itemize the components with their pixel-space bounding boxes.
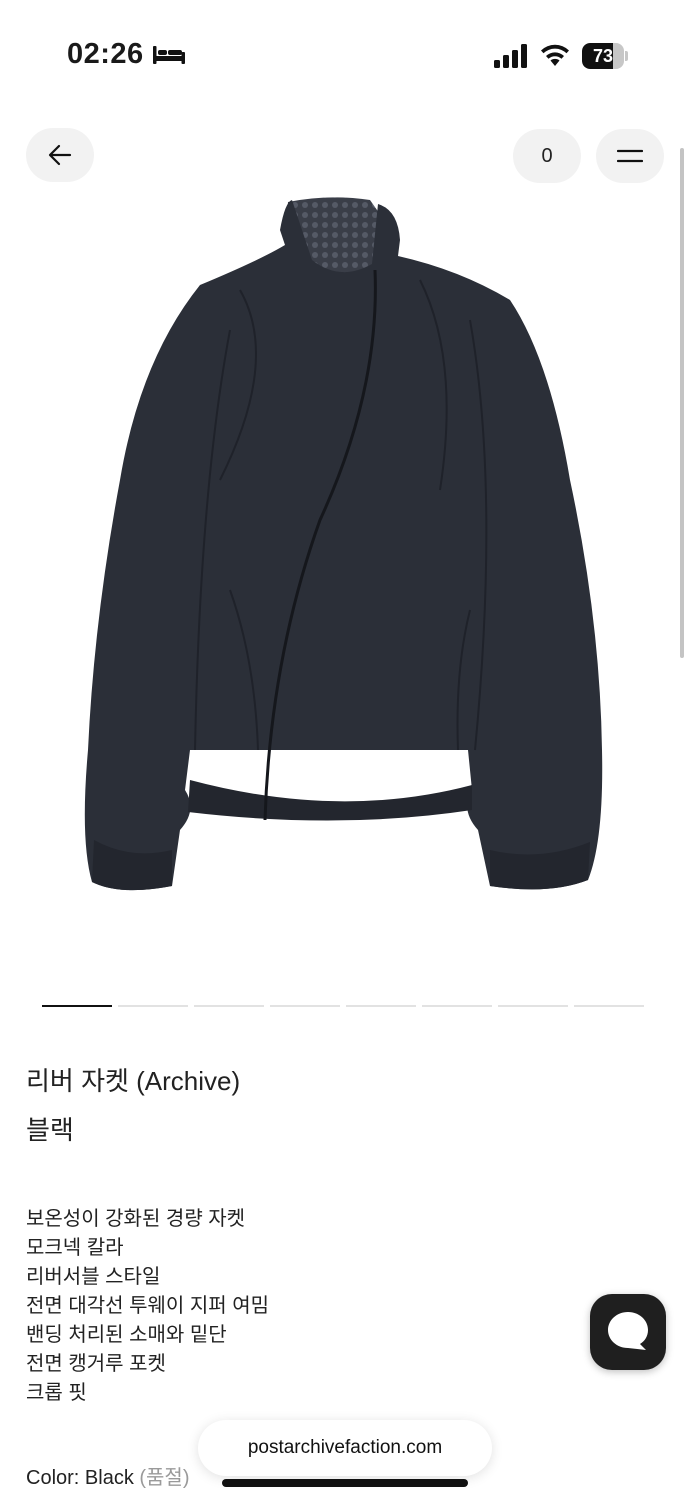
- sold-out-label: (품절): [139, 1467, 190, 1489]
- carousel-indicator[interactable]: [194, 1005, 264, 1007]
- signal-icon: [494, 44, 527, 68]
- page-scrollbar[interactable]: [680, 148, 684, 658]
- carousel-indicator[interactable]: [118, 1005, 188, 1007]
- jacket-body: [84, 200, 603, 891]
- carousel-indicator[interactable]: [346, 1005, 416, 1007]
- description-line: 리버서블 스타일: [26, 1266, 161, 1288]
- product-image[interactable]: [80, 190, 620, 910]
- chat-button[interactable]: [590, 1294, 666, 1370]
- description-line: 크롭 핏: [26, 1382, 87, 1404]
- color-option-line[interactable]: Color: Black (품절): [26, 1461, 190, 1490]
- carousel-indicator[interactable]: [422, 1005, 492, 1007]
- hamburger-menu-icon: [617, 149, 643, 163]
- cart-button[interactable]: 0: [513, 129, 581, 183]
- battery-level: 73: [592, 46, 614, 66]
- menu-button[interactable]: [596, 129, 664, 183]
- back-button[interactable]: [26, 128, 94, 182]
- description-line: 전면 대각선 투웨이 지퍼 여밈: [26, 1295, 270, 1317]
- carousel-indicator[interactable]: [498, 1005, 568, 1007]
- product-name: 리버 자켓 (Archive): [26, 1066, 241, 1096]
- wifi-icon: [541, 44, 569, 66]
- image-carousel-indicators: [42, 1005, 644, 1007]
- product-description: 보온성이 강화된 경량 자켓 모크넥 칼라 리버서블 스타일 전면 대각선 투웨…: [26, 1205, 269, 1408]
- status-time: 02:26: [67, 38, 144, 70]
- carousel-indicator[interactable]: [574, 1005, 644, 1007]
- bed-icon: [153, 46, 185, 64]
- arrow-left-icon: [48, 144, 72, 166]
- color-label: Color: Black: [26, 1467, 134, 1489]
- cart-count: 0: [541, 144, 553, 167]
- description-line: 밴딩 처리된 소매와 밑단: [26, 1324, 227, 1346]
- product-color-name: 블랙: [26, 1115, 74, 1145]
- battery-icon: 73: [582, 43, 628, 69]
- description-line: 보온성이 강화된 경량 자켓: [26, 1208, 246, 1230]
- carousel-indicator[interactable]: [42, 1005, 112, 1007]
- status-bar: 02:26 73: [0, 0, 690, 110]
- carousel-indicator[interactable]: [270, 1005, 340, 1007]
- description-line: 모크넥 칼라: [26, 1237, 124, 1259]
- browser-url-bar[interactable]: postarchivefaction.com: [198, 1420, 492, 1476]
- description-line: 전면 캥거루 포켓: [26, 1353, 166, 1375]
- home-indicator[interactable]: [222, 1479, 468, 1487]
- chat-bubble-icon: [608, 1312, 648, 1350]
